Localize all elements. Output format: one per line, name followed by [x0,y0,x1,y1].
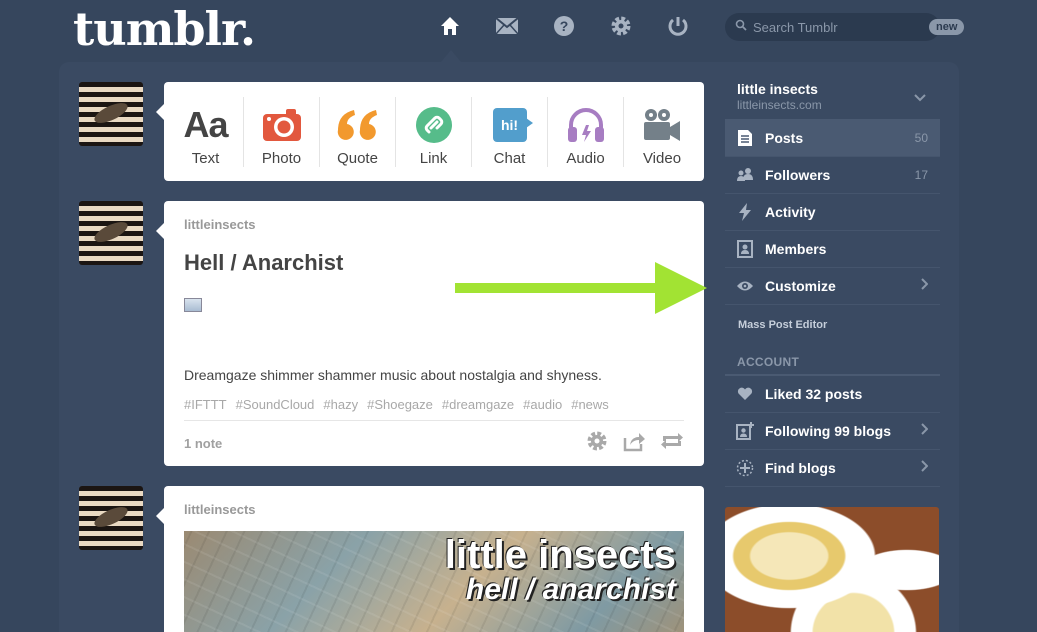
post-type-chat[interactable]: hi! Chat [472,96,548,167]
new-badge: new [929,19,965,35]
chevron-right-icon [920,422,929,440]
image-title-text: little insects [444,533,676,577]
help-icon[interactable]: ? [550,12,578,40]
sidebar-item-label: Following 99 blogs [765,423,891,439]
chat-icon: hi! [492,106,533,144]
sidebar-item-label: Liked 32 posts [765,386,863,402]
tag[interactable]: #IFTTT [184,397,227,412]
sidebar-item-label: Posts [765,130,804,146]
sidebar-item-liked[interactable]: Liked 32 posts [725,376,940,413]
activity-icon [735,202,755,222]
post-type-label: Video [642,149,682,167]
reblog-icon[interactable] [660,430,684,457]
post-type-photo[interactable]: Photo [244,96,320,167]
sidebar-item-members[interactable]: Members [725,231,940,268]
avatar[interactable] [79,82,143,146]
post-blog-name[interactable]: littleinsects [184,486,684,517]
members-icon [735,239,755,259]
chevron-down-icon [914,89,926,107]
heart-icon [735,384,755,404]
notes-count[interactable]: 1 note [184,436,586,451]
avatar[interactable] [79,201,143,265]
tumblr-logo[interactable]: tumblr. [73,2,256,56]
broken-image-icon [184,298,202,312]
post-type-link[interactable]: Link [396,96,472,167]
account-section-label: ACCOUNT [725,349,940,376]
settings-icon[interactable] [607,12,635,40]
headphones-icon [566,106,606,144]
search-icon [735,18,747,36]
post-image[interactable]: little insects hell / anarchist [184,531,684,632]
sidebar-item-label: Members [765,241,827,257]
svg-text:?: ? [560,18,569,34]
sidebar-item-label: Followers [765,167,831,183]
posts-icon [735,128,755,148]
home-icon[interactable] [436,12,464,40]
search-input[interactable] [753,19,929,35]
sponsored-image[interactable] [725,507,939,632]
sidebar-item-posts[interactable]: Posts 50 [725,120,940,157]
active-nav-pointer [441,50,461,62]
tag[interactable]: #Shoegaze [367,397,433,412]
sidebar-item-label: Customize [765,278,836,294]
post-type-label: Text [191,149,220,167]
search-bar: new [725,13,965,41]
followers-icon [735,165,755,185]
video-camera-icon [642,106,682,144]
post-card: littleinsects Hell / Anarchist Dreamgaze… [156,201,704,466]
tag[interactable]: #audio [523,397,562,412]
share-icon[interactable] [622,430,646,457]
camera-icon [262,106,302,144]
sidebar-item-followers[interactable]: Followers 17 [725,157,940,194]
post-type-video[interactable]: Video [624,97,700,167]
tag[interactable]: #dreamgaze [442,397,514,412]
tag[interactable]: #hazy [323,397,358,412]
post-footer: 1 note [184,420,684,466]
power-icon[interactable] [664,12,692,40]
sidebar-item-label: Find blogs [765,460,836,476]
mail-icon[interactable] [493,12,521,40]
link-icon [415,106,453,144]
image-subtitle-text: hell / anarchist [465,573,676,606]
top-bar: tumblr. ? new [0,0,1037,60]
post-tags: #IFTTT #SoundCloud #hazy #Shoegaze #drea… [184,397,684,412]
chevron-right-icon [920,277,929,295]
post-type-label: Quote [337,149,378,167]
following-icon [735,421,755,441]
post-type-label: Chat [493,149,526,167]
blog-selector[interactable]: little insects littleinsects.com [725,73,940,120]
post-type-text[interactable]: Aa Text [168,96,244,167]
post-blog-name[interactable]: littleinsects [184,201,684,232]
tag[interactable]: #news [571,397,609,412]
sidebar-item-following[interactable]: Following 99 blogs [725,413,940,450]
sidebar-item-find-blogs[interactable]: Find blogs [725,450,940,487]
sidebar-item-activity[interactable]: Activity [725,194,940,231]
tag[interactable]: #SoundCloud [236,397,315,412]
find-icon [735,458,755,478]
sidebar-item-count: 17 [914,168,928,182]
post-type-label: Audio [566,149,605,167]
post-type-label: Photo [261,149,302,167]
post-card: littleinsects little insects hell / anar… [156,486,704,632]
blog-url: littleinsects.com [737,98,822,112]
quote-icon [336,106,380,144]
post-body: Dreamgaze shimmer shammer music about no… [184,367,602,383]
text-icon: Aa [183,103,228,145]
mass-post-editor-link[interactable]: Mass Post Editor [725,305,940,349]
annotation-arrow [455,262,710,322]
sidebar-item-customize[interactable]: Customize [725,268,940,305]
eye-icon [735,276,755,296]
sidebar: little insects littleinsects.com Posts 5… [725,73,940,487]
post-settings-icon[interactable] [586,430,608,457]
blog-name: little insects [737,81,818,97]
sidebar-item-count: 50 [914,131,928,145]
post-type-quote[interactable]: Quote [320,96,396,167]
chevron-right-icon [920,459,929,477]
avatar[interactable] [79,486,143,550]
post-type-selector: Aa Text Photo Quote Link hi! Chat Audio … [156,82,704,181]
post-type-audio[interactable]: Audio [548,96,624,167]
post-type-label: Link [419,149,448,167]
sidebar-item-label: Activity [765,204,816,220]
